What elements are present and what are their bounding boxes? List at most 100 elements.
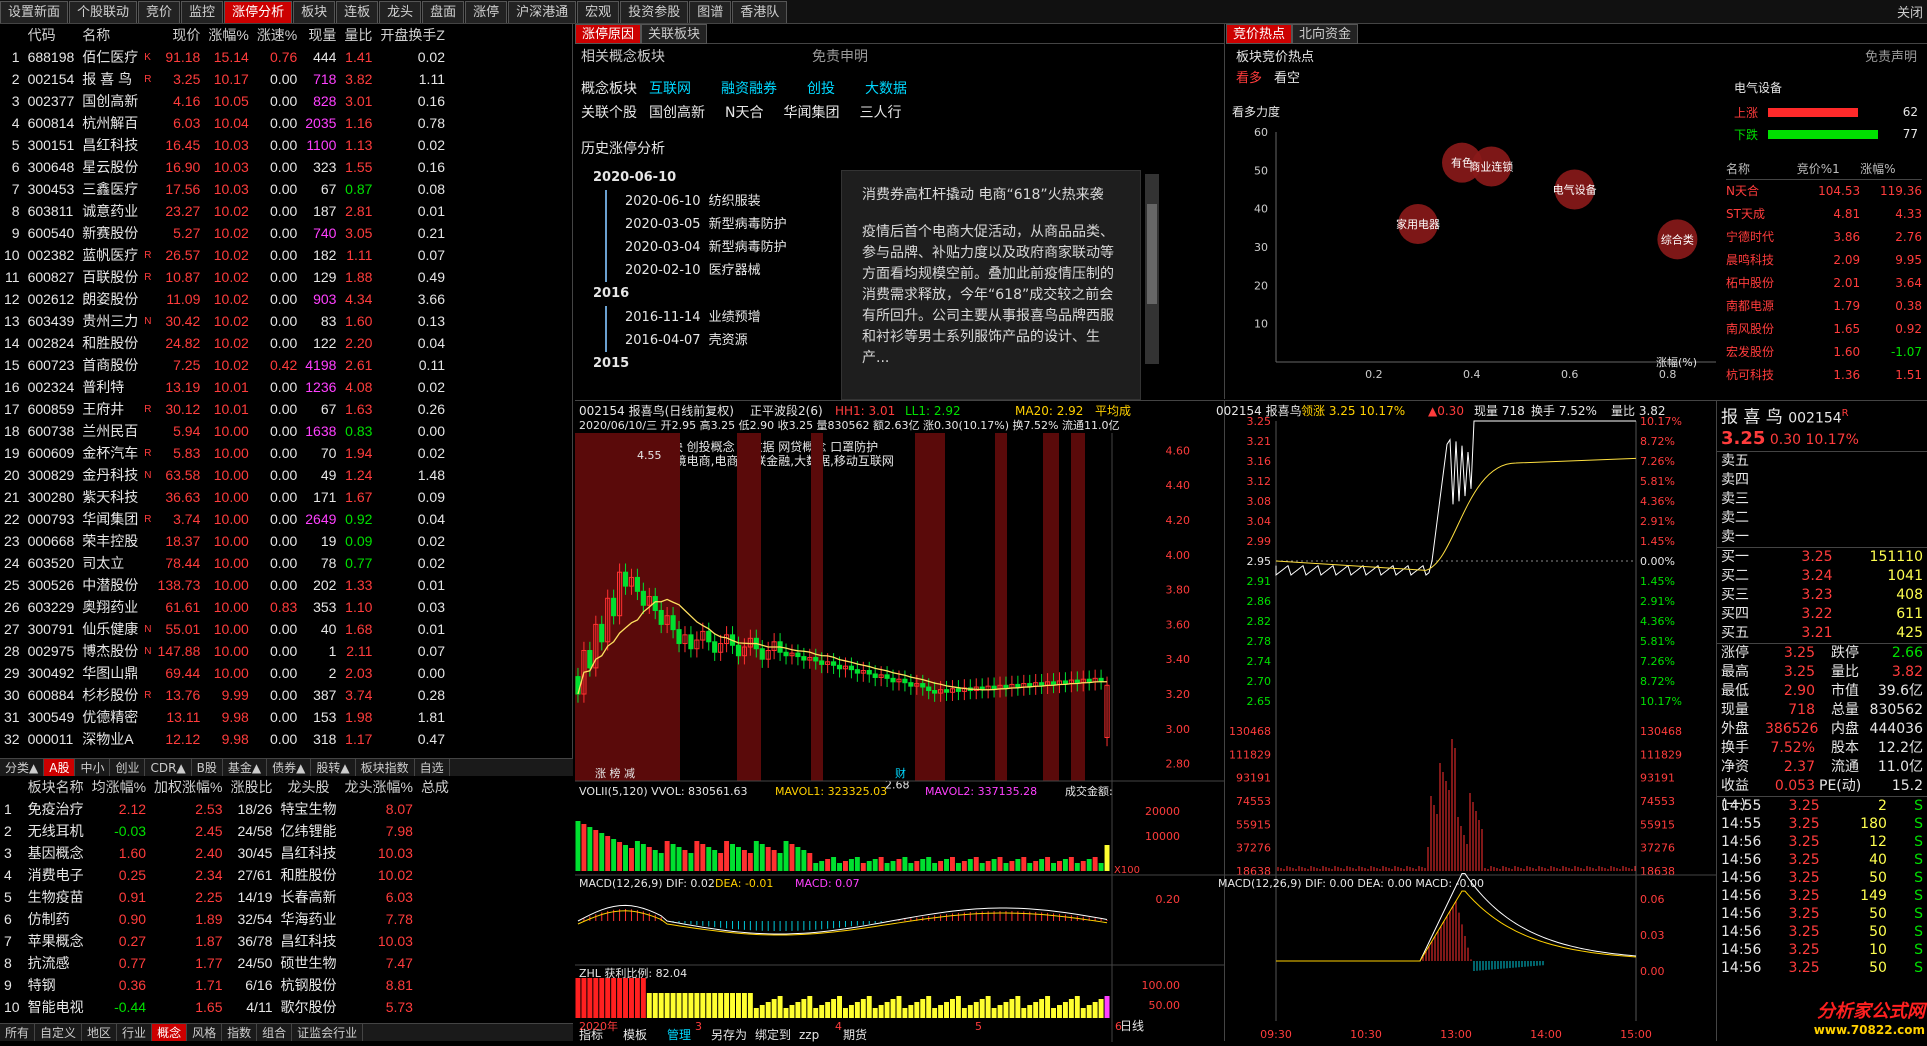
period-label[interactable]: 日线 (1120, 1019, 1144, 1033)
table-row[interactable]: ST天成 4.81 4.33 (1726, 202, 1922, 225)
concept-tab[interactable]: 涨停原因 (575, 24, 642, 44)
table-row[interactable]: 17 600859 王府井 R 30.12 10.01 0.00 67 1.63 0.26 (0, 398, 449, 420)
table-row[interactable]: 10 002382 蓝帆医疗 R 26.57 10.02 0.00 182 1.11 0.07 (0, 244, 449, 266)
col-header[interactable]: 龙头股 (276, 776, 340, 798)
col-header[interactable]: 龙头涨幅% (340, 776, 416, 798)
category-tab[interactable]: 分类▲ (0, 759, 45, 776)
hot-disclaimer[interactable]: 免责声明 (1865, 46, 1917, 65)
scrollbar[interactable] (1145, 174, 1159, 364)
hot-subtab[interactable]: 看空 (1274, 71, 1300, 86)
sector-category-tab[interactable]: 概念 (152, 1024, 188, 1041)
history-item[interactable]: 2020-02-10 医疗器械 (605, 259, 805, 282)
table-row[interactable]: 5 300151 昌红科技 16.45 10.03 0.00 1100 1.13 0.02 (0, 134, 449, 156)
category-tab[interactable]: 中小 (75, 759, 111, 776)
sell-row[interactable]: 卖三 (1717, 490, 1927, 509)
tool-button[interactable]: 指标 (579, 1027, 603, 1042)
category-tab[interactable]: A股 (44, 759, 76, 776)
tab-7[interactable]: 龙头 (379, 1, 422, 23)
table-row[interactable]: 7 300453 三鑫医疗 17.56 10.03 0.00 67 0.87 0.08 (0, 178, 449, 200)
buy-row[interactable]: 买三 3.23 408 (1717, 586, 1927, 605)
col-header[interactable]: 量比 (340, 24, 376, 46)
sector-category-tab[interactable]: 组合 (257, 1024, 293, 1041)
table-row[interactable]: 27 300791 仙乐健康 N 55.01 10.00 0.00 40 1.68 0.01 (0, 618, 449, 640)
category-tab[interactable]: 创业 (110, 759, 146, 776)
sector-category-tab[interactable]: 证监会行业 (292, 1024, 364, 1041)
tab-13[interactable]: 图谱 (689, 1, 732, 23)
col-header[interactable]: 名称 (1726, 159, 1797, 180)
tool-button[interactable]: zzp (799, 1028, 819, 1042)
table-row[interactable]: 21 300280 紫天科技 36.63 10.00 0.00 171 1.67 0.09 (0, 486, 449, 508)
tab-14[interactable]: 香港队 (732, 1, 788, 23)
history-item[interactable]: 2020-03-05 新型病毒防护 (605, 213, 805, 236)
col-header[interactable]: 竞价%1 (1796, 159, 1861, 180)
table-row[interactable]: 6 仿制药 0.90 1.89 32/54 华海药业 7.78 (0, 908, 453, 930)
table-row[interactable]: 16 002324 普利特 13.19 10.01 0.00 1236 4.08 0.02 (0, 376, 449, 398)
table-row[interactable]: 2 002154 报 喜 鸟 R 3.25 10.17 0.00 718 3.82 1.11 (0, 68, 449, 90)
buy-row[interactable]: 买四 3.22 611 (1717, 605, 1927, 624)
table-row[interactable]: 3 基因概念 1.60 2.40 30/45 昌红科技 10.03 (0, 842, 453, 864)
related-stock[interactable]: 三人行 (859, 105, 901, 121)
history-item[interactable]: 2020-03-04 新型病毒防护 (605, 236, 805, 259)
tab-10[interactable]: 沪深港通 (508, 1, 577, 23)
col-header[interactable]: 名称 (78, 24, 153, 46)
table-row[interactable]: 10 智能电视 -0.44 1.65 4/11 歌尔股份 5.73 (0, 996, 453, 1018)
table-row[interactable]: 9 特钢 0.36 1.71 6/16 杭钢股份 8.81 (0, 974, 453, 996)
category-tab[interactable]: 基金▲ (223, 759, 268, 776)
col-header[interactable]: 现价 (154, 24, 205, 46)
related-stock[interactable]: 华闻集团 (783, 105, 839, 121)
related-stock[interactable]: 国创高新 (649, 105, 705, 121)
col-header[interactable]: 涨速% (253, 24, 301, 46)
table-row[interactable]: 6 300648 星云股份 16.90 10.03 0.00 323 1.55 0.16 (0, 156, 449, 178)
tool-button[interactable]: 绑定到 (755, 1027, 791, 1042)
table-row[interactable]: N天合 104.53 119.36 (1726, 179, 1922, 202)
table-row[interactable]: 宏发股份 1.60 -1.07 (1726, 340, 1922, 363)
table-row[interactable]: 4 600814 杭州解百 6.03 10.04 0.00 2035 1.16 0.78 (0, 112, 449, 134)
concept-link[interactable]: 互联网 (649, 81, 691, 97)
tab-5[interactable]: 板块 (293, 1, 336, 23)
table-row[interactable]: 30 600884 杉杉股份 R 13.76 9.99 0.00 387 3.74 0.28 (0, 684, 449, 706)
col-header[interactable]: 开盘换手Z (376, 24, 449, 46)
col-header[interactable]: 现量 (301, 24, 340, 46)
close-button[interactable]: 关闭 (1897, 2, 1923, 21)
tab-1[interactable]: 个股联动 (69, 1, 138, 23)
tab-12[interactable]: 投资参股 (620, 1, 689, 23)
buy-row[interactable]: 买一 3.25 151110 (1717, 548, 1927, 567)
table-row[interactable]: 18 600738 兰州民百 5.94 10.00 0.00 1638 0.83 0.00 (0, 420, 449, 442)
table-row[interactable]: 23 000668 荣丰控股 18.37 10.00 0.00 19 0.09 0.02 (0, 530, 449, 552)
concept-link[interactable]: 创投 (807, 81, 835, 97)
col-header[interactable]: 加权涨幅% (150, 776, 226, 798)
tool-button[interactable]: 期货 (843, 1027, 867, 1042)
table-row[interactable]: 25 300526 中潜股份 138.73 10.00 0.00 202 1.33 0.01 (0, 574, 449, 596)
table-row[interactable]: 南风股份 1.65 0.92 (1726, 317, 1922, 340)
sector-category-tab[interactable]: 指数 (222, 1024, 258, 1041)
table-row[interactable]: 5 生物疫苗 0.91 2.25 14/19 长春高新 6.03 (0, 886, 453, 908)
category-tab[interactable]: 债券▲ (267, 759, 312, 776)
table-row[interactable]: 22 000793 华闻集团 R 3.74 10.00 0.00 2649 0.92 0.04 (0, 508, 449, 530)
table-row[interactable]: 11 600827 百联股份 R 10.87 10.02 0.00 129 1.88 0.49 (0, 266, 449, 288)
table-row[interactable]: 9 600540 新赛股份 5.27 10.02 0.00 740 3.05 0.21 (0, 222, 449, 244)
tab-9[interactable]: 涨停 (465, 1, 508, 23)
tab-3[interactable]: 监控 (181, 1, 224, 23)
table-row[interactable]: 19 600609 金杯汽车 R 5.83 10.00 0.00 70 1.94 0.02 (0, 442, 449, 464)
history-item[interactable]: 2016-11-14 业绩预增 (605, 306, 805, 329)
kline-chart[interactable]: 002154 报喜鸟(日线前复权) 正平波段2(6) HH1: 3.01 LL1: 2… (575, 401, 1225, 1042)
tab-2[interactable]: 竞价 (138, 1, 181, 23)
tab-6[interactable]: 连板 (336, 1, 379, 23)
tool-button[interactable]: 管理 (667, 1027, 691, 1042)
sell-row[interactable]: 卖二 (1717, 509, 1927, 528)
table-row[interactable]: 29 300492 华图山鼎 69.44 10.00 0.00 2 2.03 0.00 (0, 662, 449, 684)
table-row[interactable]: 3 002377 国创高新 4.16 10.05 0.00 828 3.01 0.16 (0, 90, 449, 112)
table-row[interactable]: 杭可科技 1.36 1.51 (1726, 363, 1922, 386)
sell-row[interactable]: 卖五 (1717, 452, 1927, 471)
table-row[interactable]: 8 抗流感 0.77 1.77 24/50 硕世生物 7.47 (0, 952, 453, 974)
col-header[interactable]: 代码 (24, 24, 79, 46)
sector-category-tab[interactable]: 风格 (187, 1024, 223, 1041)
buy-row[interactable]: 买二 3.24 1041 (1717, 567, 1927, 586)
table-row[interactable]: 31 300549 优德精密 13.11 9.98 0.00 153 1.98 1.81 (0, 706, 449, 728)
table-row[interactable]: 15 600723 首商股份 7.25 10.02 0.42 4198 2.61 0.11 (0, 354, 449, 376)
col-header[interactable]: 总成 (417, 776, 453, 798)
sector-category-tab[interactable]: 行业 (117, 1024, 153, 1041)
hot-tab[interactable]: 北向资金 (1292, 24, 1359, 44)
category-tab[interactable]: CDR▲ (145, 759, 192, 776)
table-row[interactable]: 14 002824 和胜股份 24.82 10.02 0.00 122 2.20 0.04 (0, 332, 449, 354)
